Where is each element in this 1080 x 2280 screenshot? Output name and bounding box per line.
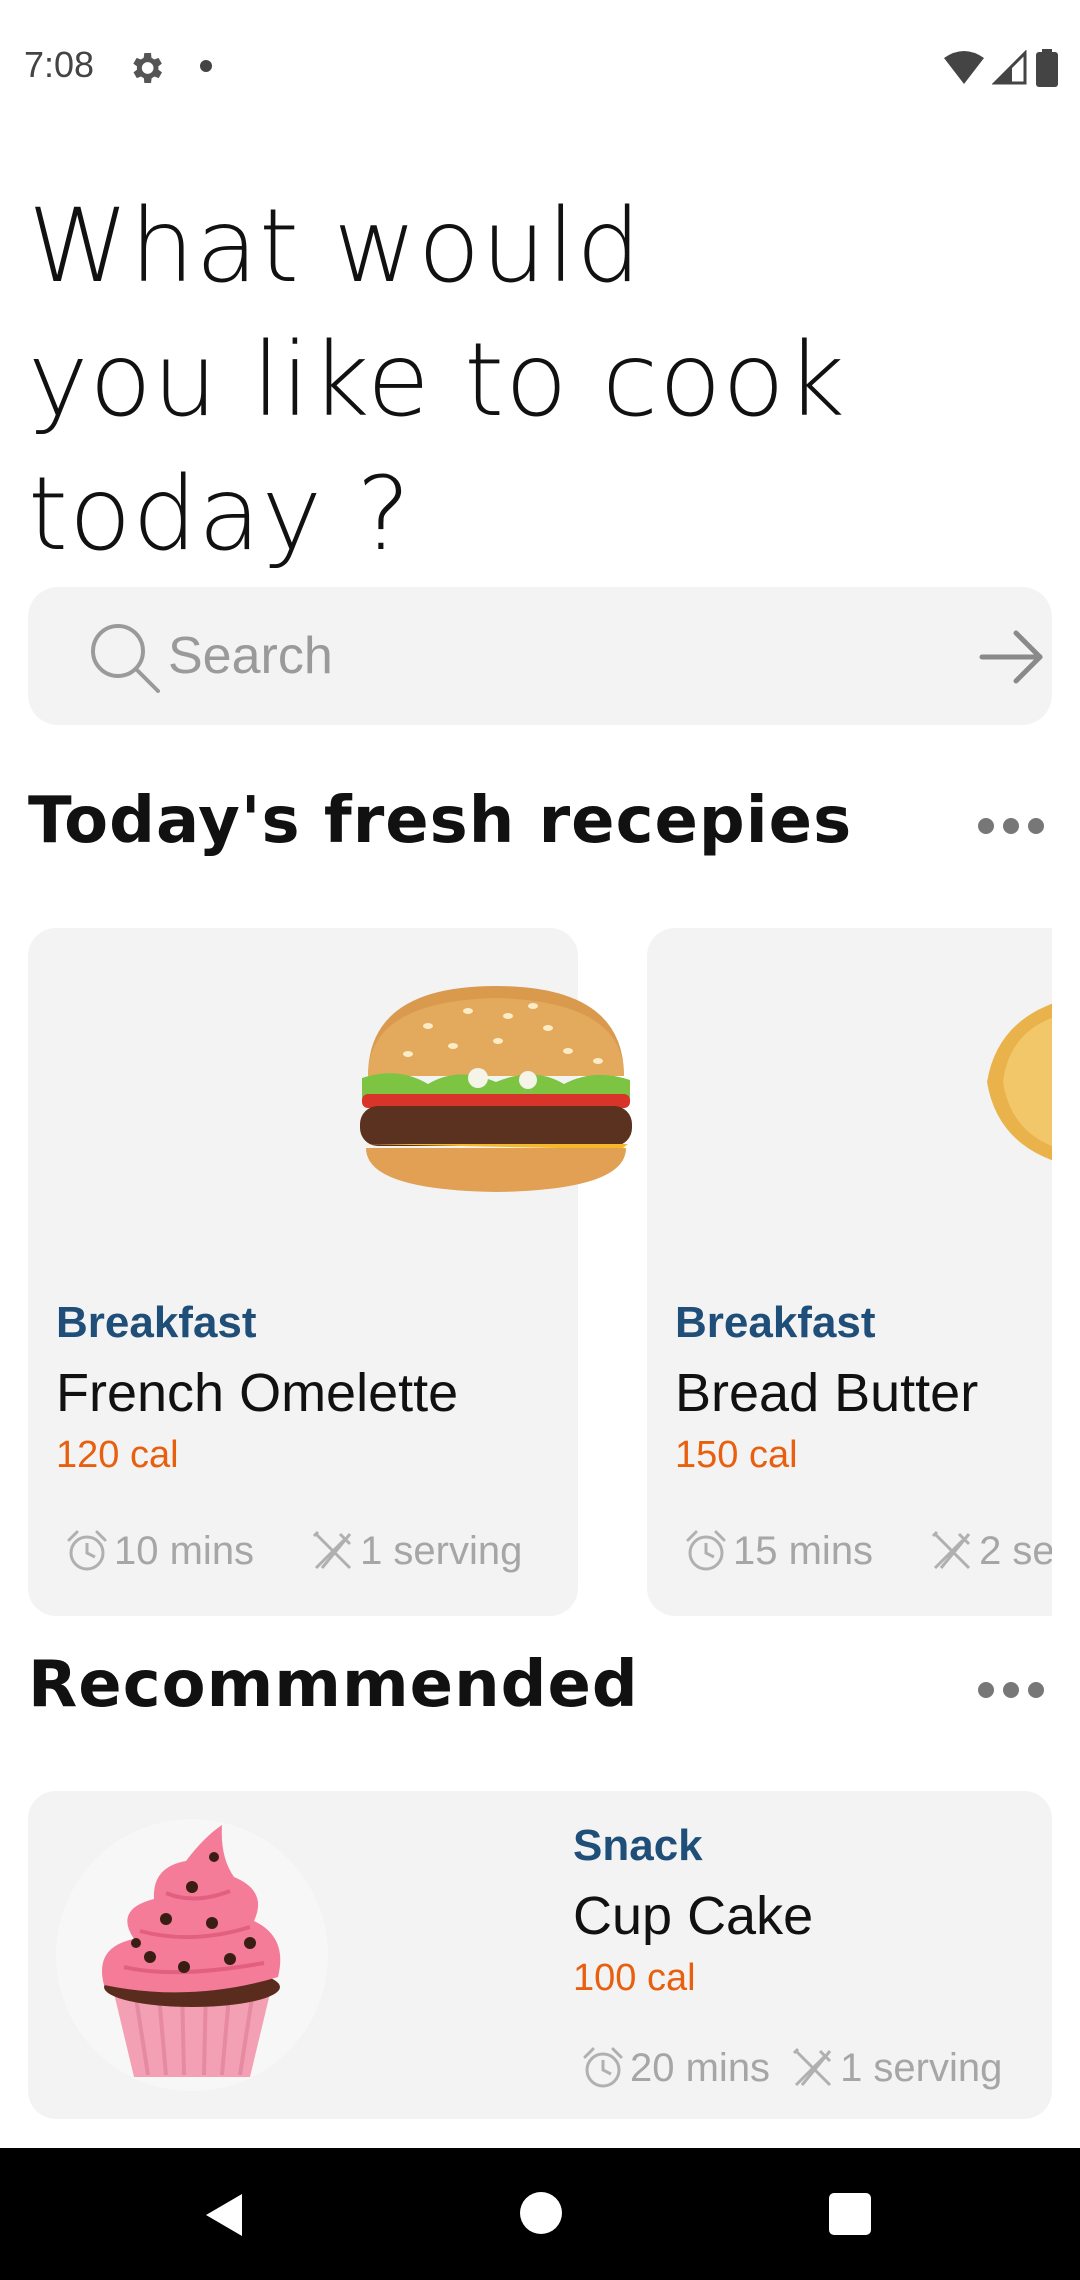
card-meta: 15 mins 2 servings <box>683 1528 1052 1574</box>
recipe-card[interactable]: Breakfast Bread Butter 150 cal 15 mins 2… <box>647 928 1052 1616</box>
time-info: 10 mins <box>64 1528 254 1574</box>
back-icon[interactable] <box>200 2190 250 2240</box>
card-meta: 10 mins 1 serving <box>64 1528 522 1574</box>
headline-line: today ? <box>28 455 412 574</box>
fresh-recipes-carousel[interactable]: Breakfast French Omelette 120 cal 10 min… <box>28 928 1052 1616</box>
card-title: Bread Butter <box>675 1363 979 1423</box>
settings-gear-icon <box>133 53 162 83</box>
card-meta: 20 mins 1 serving <box>580 2045 1002 2091</box>
recipe-home-screen: 7:08 What would you like to cook today ? <box>0 0 1080 2280</box>
search-icon <box>91 624 160 693</box>
notification-dot-icon <box>200 60 212 72</box>
cupcake-image <box>56 1819 328 2091</box>
alarm-clock-icon <box>583 2047 623 2088</box>
cell-signal-icon <box>992 50 1027 85</box>
status-bar: 7:08 <box>0 0 1080 130</box>
dot <box>1003 818 1019 834</box>
dot <box>1028 1682 1044 1698</box>
recommended-card[interactable]: Snack Cup Cake 100 cal 20 mins 1 serving <box>28 1791 1052 2119</box>
servings-text: 1 serving <box>360 1528 523 1573</box>
alarm-clock-icon <box>686 1530 726 1571</box>
card-title: French Omelette <box>56 1363 459 1423</box>
card-category: Breakfast <box>675 1298 876 1347</box>
wifi-icon <box>944 51 984 84</box>
utensils-icon <box>932 1530 971 1570</box>
battery-icon <box>1036 49 1058 87</box>
utensils-icon <box>793 2047 832 2087</box>
utensils-icon <box>313 1530 352 1570</box>
search-input[interactable] <box>168 615 928 697</box>
headline-line: you like to cook <box>28 321 846 440</box>
more-horizontal-icon[interactable] <box>978 818 1044 838</box>
card-category: Breakfast <box>56 1298 257 1347</box>
time-text: 20 mins <box>630 2045 771 2090</box>
search-bar[interactable] <box>28 587 1052 725</box>
dot <box>978 1682 994 1698</box>
page-headline: What would you like to cook today ? <box>28 180 1028 582</box>
time-info: 15 mins <box>683 1528 873 1574</box>
burger-image <box>360 986 632 1192</box>
card-calories: 100 cal <box>573 1957 696 1999</box>
bread-image <box>987 1003 1052 1161</box>
card-calories: 150 cal <box>675 1434 798 1476</box>
time-text: 10 mins <box>114 1528 255 1573</box>
dot <box>1003 1682 1019 1698</box>
status-icons <box>944 48 1058 88</box>
card-calories: 120 cal <box>56 1434 179 1476</box>
section-title-fresh: Today's fresh recepies <box>28 784 853 858</box>
card-title: Cup Cake <box>573 1886 814 1946</box>
alarm-clock-icon <box>67 1530 107 1571</box>
servings-info: 2 servings <box>929 1528 1052 1574</box>
servings-text: 2 servings <box>979 1528 1052 1573</box>
section-title-recommended: Recommmended <box>28 1648 639 1722</box>
status-time: 7:08 <box>24 44 95 85</box>
recents-icon[interactable] <box>829 2193 871 2235</box>
servings-info: 1 serving <box>790 2045 1002 2091</box>
home-icon[interactable] <box>520 2192 562 2234</box>
arrow-right-icon[interactable] <box>978 623 1046 691</box>
time-text: 15 mins <box>733 1528 874 1573</box>
recipe-card[interactable]: Breakfast French Omelette 120 cal 10 min… <box>28 928 632 1616</box>
dot <box>1028 818 1044 834</box>
more-horizontal-icon[interactable] <box>978 1682 1044 1702</box>
headline-line: What would <box>28 187 642 306</box>
servings-info: 1 serving <box>310 1528 522 1574</box>
navigation-bar <box>0 2148 1080 2280</box>
dot <box>978 818 994 834</box>
card-category: Snack <box>573 1821 703 1870</box>
time-info: 20 mins <box>580 2045 770 2091</box>
servings-text: 1 serving <box>840 2045 1003 2090</box>
